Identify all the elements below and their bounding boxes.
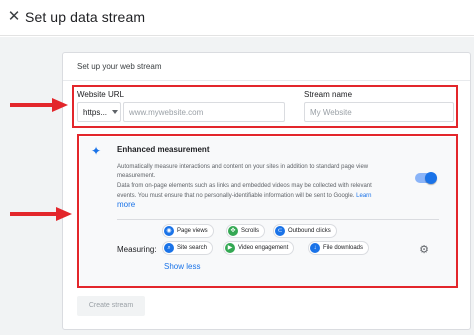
arrow-right-icon <box>10 207 72 221</box>
close-icon[interactable]: ✕ <box>6 9 22 25</box>
arrow-right-icon <box>10 98 68 112</box>
page-title: Set up data stream <box>25 9 146 25</box>
highlight-box-url <box>72 85 458 128</box>
top-bar: ✕ Set up data stream <box>0 0 474 36</box>
create-stream-button[interactable]: Create stream <box>77 296 145 316</box>
highlight-box-enhanced <box>77 134 458 288</box>
card-title: Set up your web stream <box>77 62 162 71</box>
card-divider <box>63 80 470 81</box>
